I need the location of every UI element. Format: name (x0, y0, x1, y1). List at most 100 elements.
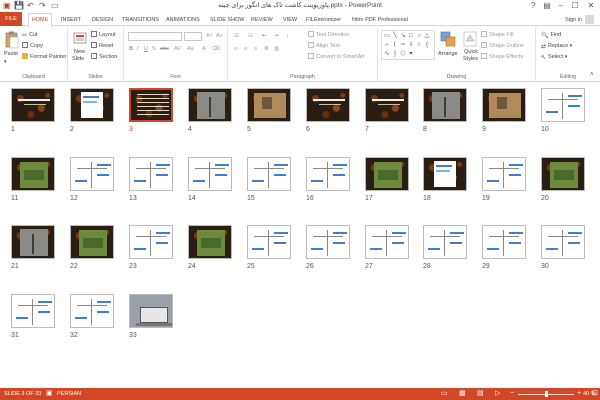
line-shape-icon[interactable]: ╲ (392, 33, 398, 39)
slide-thumbnail-22[interactable]: 22 (70, 225, 114, 271)
slide-preview[interactable] (188, 225, 232, 259)
tab-review[interactable]: REVIEW (251, 14, 273, 26)
slide-preview[interactable] (306, 225, 350, 259)
shape-effects-button[interactable]: Shape Effects (489, 54, 523, 60)
format-painter-button[interactable]: Format Painter (30, 54, 66, 60)
slide-thumbnail-18[interactable]: 18 (423, 157, 467, 203)
align-center-icon[interactable]: ≡ (244, 45, 247, 53)
slide-preview[interactable] (129, 225, 173, 259)
slide-preview[interactable] (129, 294, 173, 328)
tab-fileminimizer[interactable]: FILEminimizer (306, 14, 341, 26)
slide-preview[interactable] (247, 225, 291, 259)
shape-fill-button[interactable]: Shape Fill (489, 32, 513, 38)
bracket-shape-icon[interactable]: ⌈ (392, 42, 398, 48)
quick-styles-line2[interactable]: Styles (463, 55, 478, 63)
slide-thumbnail-1[interactable]: 1 (11, 88, 55, 134)
brace-right-shape-icon[interactable]: } (392, 51, 398, 57)
slide-thumbnail-30[interactable]: 30 (541, 225, 585, 271)
align-right-icon[interactable]: ≡ (254, 45, 257, 53)
pentagon-shape-icon[interactable]: ⬠ (400, 51, 406, 57)
slide-thumbnail-17[interactable]: 17 (365, 157, 409, 203)
slide-thumbnail-11[interactable]: 11 (11, 157, 55, 203)
brace-shape-icon[interactable]: { (424, 42, 430, 48)
slide-sorter-view-icon[interactable]: ▦ (459, 390, 466, 398)
convert-smartart-button[interactable]: Convert to SmartArt (316, 54, 365, 60)
minimize-icon[interactable]: – (554, 0, 568, 12)
slide-thumbnail-33[interactable]: 33 (129, 294, 173, 340)
slide-thumbnail-16[interactable]: 16 (306, 157, 350, 203)
zoom-in-icon[interactable]: + (577, 390, 581, 398)
slide-preview[interactable] (482, 88, 526, 122)
tab-design[interactable]: DESIGN (92, 14, 113, 26)
slide-thumbnail-6[interactable]: 6 (306, 88, 350, 134)
slide-thumbnail-7[interactable]: 7 (365, 88, 409, 134)
slide-thumbnail-15[interactable]: 15 (247, 157, 291, 203)
tab-view[interactable]: VIEW (283, 14, 297, 26)
tab-slide-show[interactable]: SLIDE SHOW (210, 14, 245, 26)
shadow-icon[interactable]: S (152, 45, 156, 53)
copy-button[interactable]: Copy (30, 43, 43, 49)
slide-thumbnail-29[interactable]: 29 (482, 225, 526, 271)
slide-thumbnail-19[interactable]: 19 (482, 157, 526, 203)
tab-animations[interactable]: ANIMATIONS (166, 14, 200, 26)
font-size-combo[interactable] (184, 32, 202, 41)
slide-thumbnail-14[interactable]: 14 (188, 157, 232, 203)
spellcheck-icon[interactable]: ▣ (46, 390, 53, 398)
slide-thumbnail-31[interactable]: 31 (11, 294, 55, 340)
layout-button[interactable]: Layout (99, 32, 116, 38)
slide-thumbnail-12[interactable]: 12 (70, 157, 114, 203)
bold-icon[interactable]: B (129, 45, 133, 53)
slide-preview[interactable] (365, 88, 409, 122)
line-spacing-icon[interactable]: ↕ (286, 32, 289, 40)
tab-insert[interactable]: INSERT (61, 14, 81, 26)
cut-button[interactable]: Cut (29, 32, 38, 38)
slide-preview[interactable] (11, 157, 55, 191)
slide-preview[interactable] (11, 88, 55, 122)
slide-thumbnail-21[interactable]: 21 (11, 225, 55, 271)
justify-icon[interactable]: ≣ (264, 45, 269, 53)
slide-preview[interactable] (70, 88, 114, 122)
reset-button[interactable]: Reset (99, 43, 113, 49)
slide-thumbnail-4[interactable]: 4 (188, 88, 232, 134)
slide-preview[interactable] (541, 157, 585, 191)
slide-thumbnail-27[interactable]: 27 (365, 225, 409, 271)
slide-thumbnail-28[interactable]: 28 (423, 225, 467, 271)
slide-preview[interactable] (70, 294, 114, 328)
slide-thumbnail-13[interactable]: 13 (129, 157, 173, 203)
new-slide-button-line2[interactable]: Slide (72, 55, 84, 63)
font-color-icon[interactable]: A (202, 45, 206, 53)
slide-preview[interactable] (423, 88, 467, 122)
slide-preview[interactable] (541, 88, 585, 122)
columns-icon[interactable]: ▥ (274, 45, 279, 53)
slide-thumbnail-5[interactable]: 5 (247, 88, 291, 134)
paste-dropdown-icon[interactable]: ▾ (4, 58, 7, 66)
slide-thumbnail-25[interactable]: 25 (247, 225, 291, 271)
slide-preview[interactable] (482, 157, 526, 191)
quick-styles-icon[interactable] (463, 31, 477, 47)
zoom-slider-thumb[interactable] (544, 391, 548, 397)
bullets-icon[interactable]: ☰ (234, 32, 239, 40)
slideshow-view-icon[interactable]: ▷ (495, 390, 500, 398)
arrange-button[interactable]: Arrange (438, 50, 458, 58)
more-shapes-icon[interactable]: ▾ (408, 51, 414, 57)
increase-indent-icon[interactable]: ⇥ (274, 32, 279, 40)
collapse-ribbon-icon[interactable]: ˄ (590, 71, 594, 79)
slide-preview[interactable] (70, 225, 114, 259)
slide-preview[interactable] (247, 157, 291, 191)
star-shape-icon[interactable]: ☆ (416, 42, 422, 48)
slide-thumbnail-24[interactable]: 24 (188, 225, 232, 271)
tab-file[interactable]: FILE (0, 12, 22, 26)
change-case-icon[interactable]: Aa (187, 45, 194, 53)
slide-thumbnail-10[interactable]: 10 (541, 88, 585, 134)
slide-preview[interactable] (11, 294, 55, 328)
slide-thumbnail-26[interactable]: 26 (306, 225, 350, 271)
select-dropdown-icon[interactable]: ▾ (563, 54, 568, 60)
shapes-gallery[interactable]: ▭ ╲ ↘ □ ○ △ ⌐ ⌈ ⇨ ⇩ ☆ { ∿ } ⬠ ▾ (381, 30, 435, 60)
underline-icon[interactable]: U (144, 45, 148, 53)
italic-icon[interactable]: I (137, 45, 139, 53)
slide-preview[interactable] (11, 225, 55, 259)
paste-icon[interactable] (5, 31, 19, 49)
slide-preview[interactable] (423, 157, 467, 191)
section-button[interactable]: Section (99, 54, 117, 60)
fit-to-window-icon[interactable]: ⊡ (592, 390, 598, 398)
